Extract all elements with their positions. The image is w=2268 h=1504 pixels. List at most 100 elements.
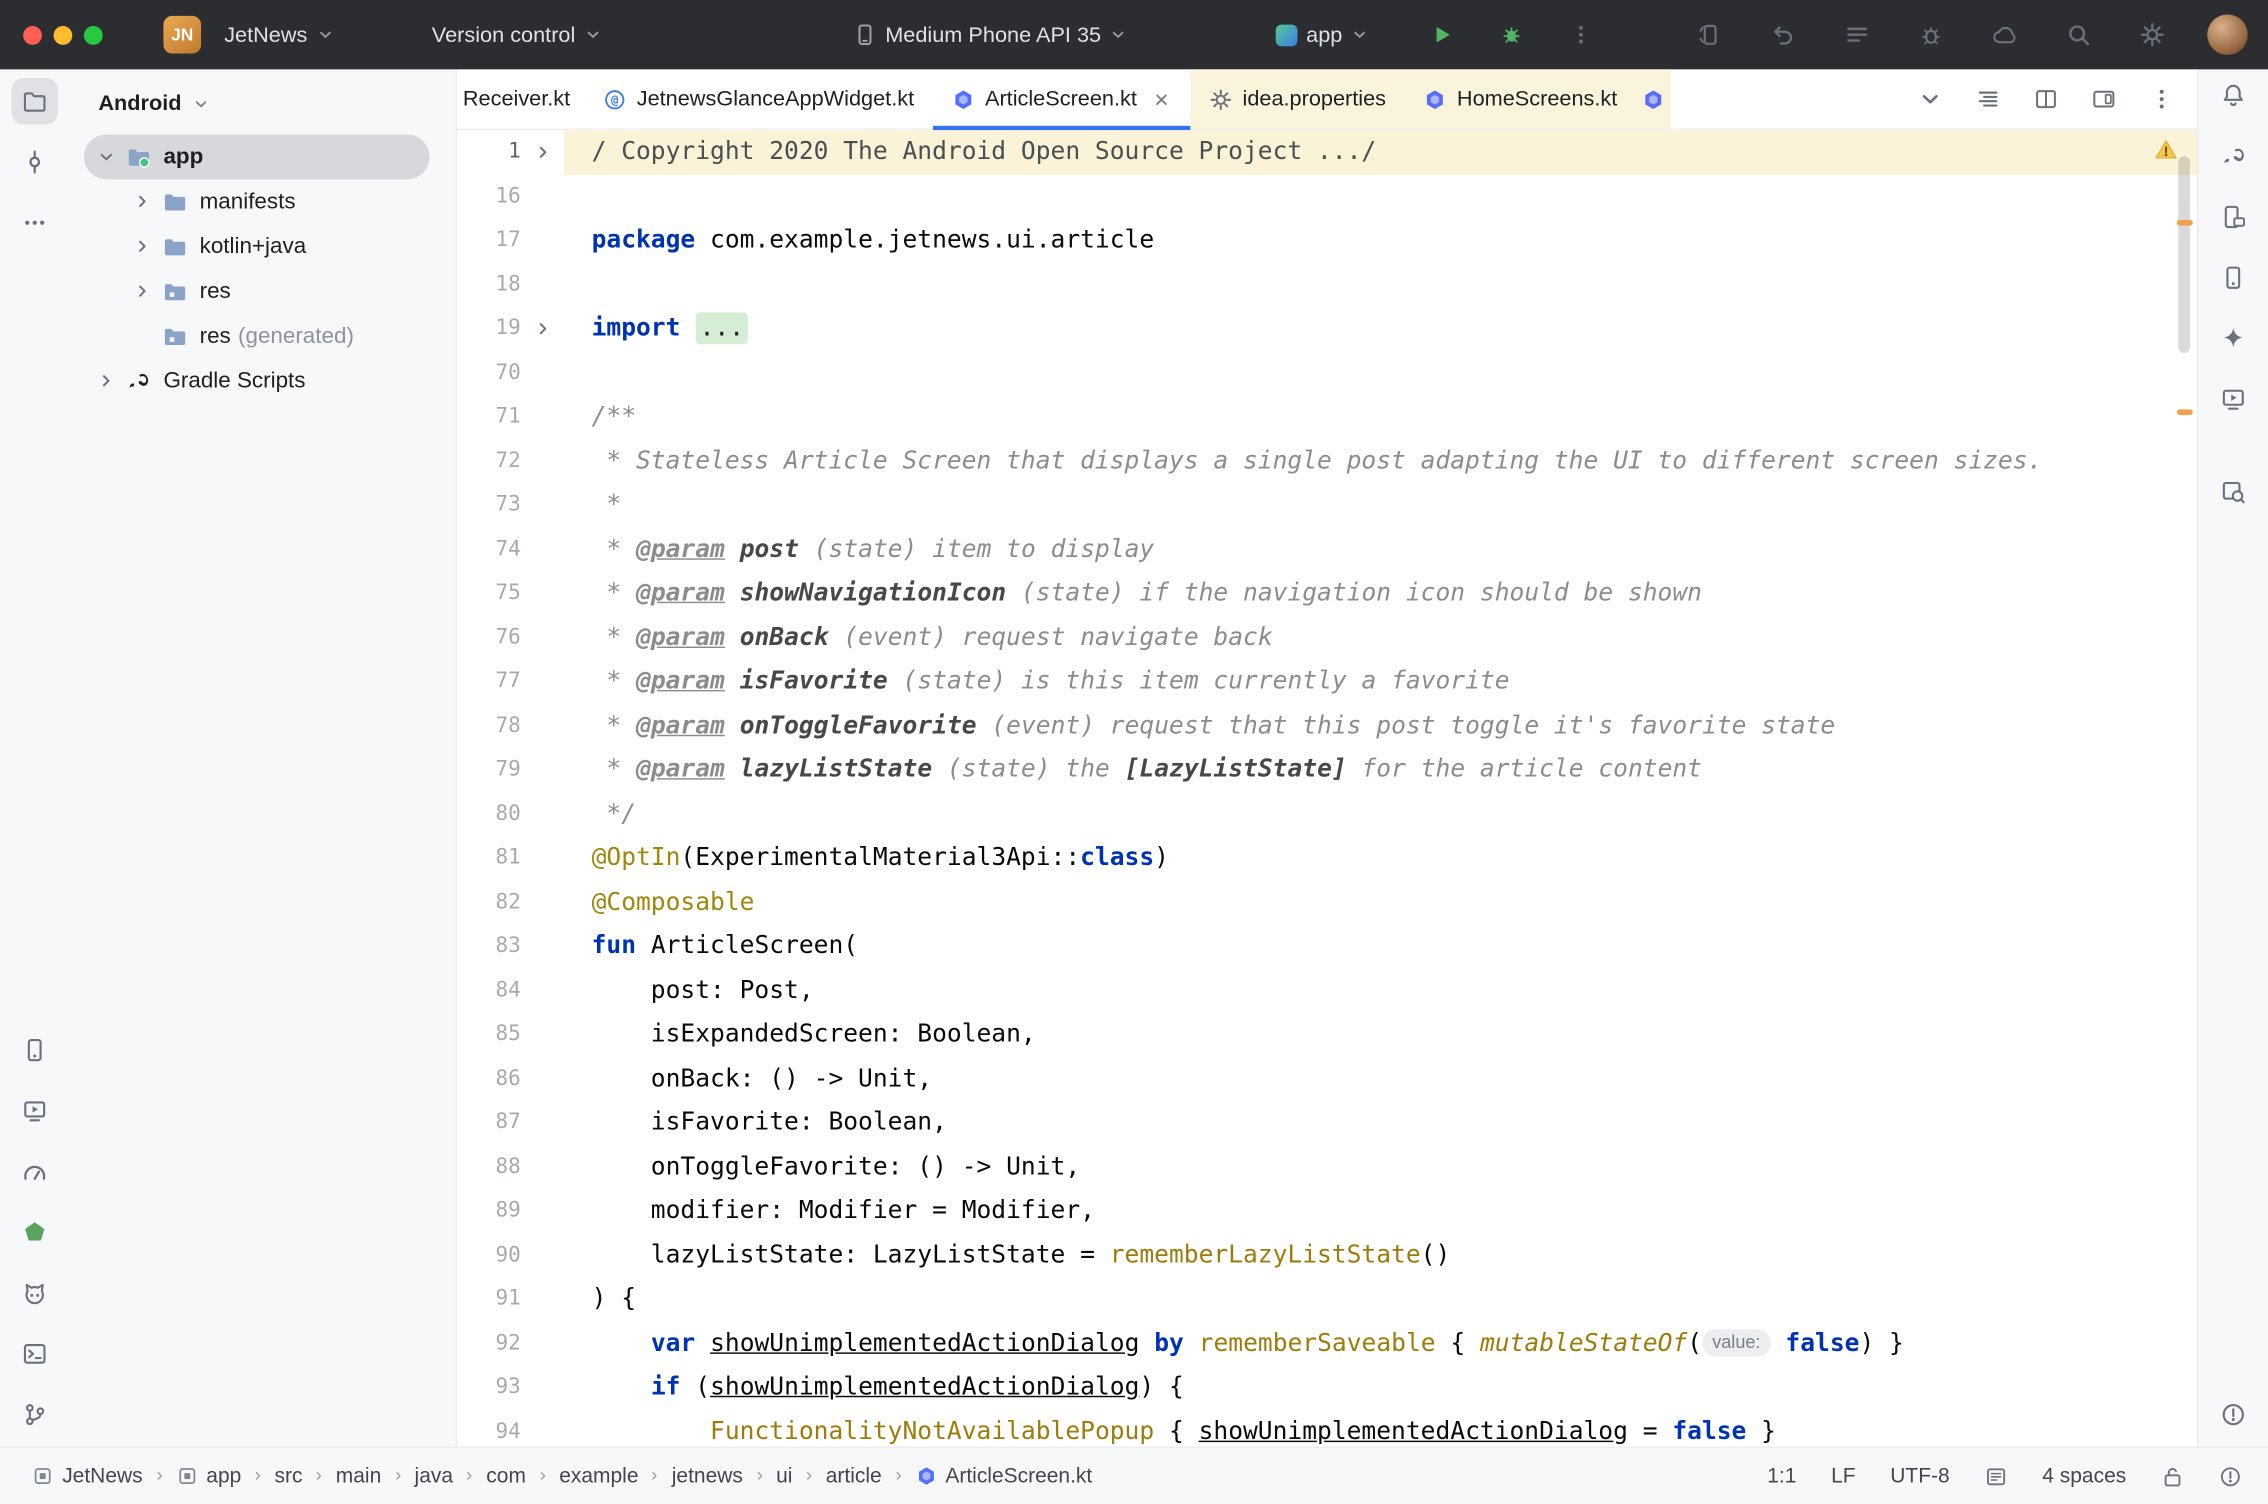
device-explorer-tool-button[interactable] <box>2210 194 2256 240</box>
breadcrumb-item-java[interactable]: java <box>415 1465 453 1488</box>
breadcrumb-item-example[interactable]: example <box>559 1465 638 1488</box>
scrollbar-thumb[interactable] <box>2178 156 2190 353</box>
chevron-right-icon[interactable] <box>90 372 122 391</box>
cloud-button[interactable] <box>1986 16 2024 54</box>
tree-item-res[interactable]: res <box>84 269 430 314</box>
version-control-tool-button[interactable] <box>12 1391 58 1437</box>
breadcrumb-item-com[interactable]: com <box>486 1465 526 1488</box>
problems-tool-button[interactable] <box>2210 1391 2256 1437</box>
device-streaming-button[interactable] <box>1691 16 1729 54</box>
file-encoding[interactable]: UTF-8 <box>1890 1465 1949 1488</box>
logcat-tool-button[interactable] <box>12 1270 58 1316</box>
tree-item-gradle-scripts[interactable]: Gradle Scripts <box>84 359 430 404</box>
tree-item-app[interactable]: app <box>84 135 430 180</box>
tab-homescreens-kt[interactable]: HomeScreens.kt <box>1405 69 1636 128</box>
code-line: 90 lazyListState: LazyListState = rememb… <box>457 1233 2197 1277</box>
code-view-icon[interactable] <box>1976 87 2001 112</box>
fold-indicator-icon[interactable] <box>521 130 564 174</box>
project-menu[interactable]: JetNews <box>210 15 348 54</box>
chevron-right-icon <box>96 372 115 391</box>
tab-idea-properties[interactable]: idea.properties <box>1190 69 1404 128</box>
caret-position[interactable]: 1:1 <box>1767 1465 1796 1488</box>
reader-mode-icon[interactable] <box>1984 1465 2007 1488</box>
tree-item-label: res <box>200 278 231 304</box>
restore-button[interactable] <box>1765 16 1803 54</box>
running-devices-tool-button[interactable] <box>12 1088 58 1134</box>
chevron-down-icon[interactable] <box>90 148 122 167</box>
code-line: 80 */ <box>457 792 2197 836</box>
run-config-selector[interactable]: app <box>1261 15 1383 54</box>
commit-tool-button[interactable] <box>12 139 58 185</box>
breadcrumb-item-app[interactable]: app <box>176 1465 241 1488</box>
window-maximize-button[interactable] <box>84 25 103 44</box>
chevron-right-icon[interactable] <box>126 282 158 301</box>
gradle-tool-button[interactable] <box>2210 133 2256 179</box>
vcs-menu[interactable]: Version control <box>417 15 615 54</box>
inspections-widget[interactable] <box>2154 137 2179 162</box>
code-line: 18 <box>457 263 2197 307</box>
more-actions-button[interactable] <box>1562 16 1600 54</box>
status-problems-icon[interactable] <box>2219 1465 2242 1488</box>
device-manager-tool-button[interactable] <box>2210 255 2256 301</box>
left-tool-stripe <box>0 69 69 1446</box>
tab-articlescreen-kt[interactable]: ArticleScreen.kt <box>933 69 1191 128</box>
breadcrumb-item-articlescreen-kt[interactable]: ArticleScreen.kt <box>915 1465 1092 1488</box>
instrumented-test-icon <box>1918 22 1944 48</box>
line-separator[interactable]: LF <box>1831 1465 1855 1488</box>
split-editor-icon[interactable] <box>2034 87 2059 112</box>
profiler-tool-button[interactable] <box>12 1148 58 1194</box>
app-quality-insights-tool-button[interactable] <box>12 1209 58 1255</box>
device-selector[interactable]: Medium Phone API 35 <box>839 15 1142 54</box>
ui-preview-icon[interactable] <box>2092 87 2117 112</box>
tab-overflow[interactable] <box>1636 69 1671 128</box>
unlock-icon[interactable] <box>2161 1465 2184 1488</box>
build-menu-button[interactable] <box>1838 16 1876 54</box>
tab-jetnewsglanceappwidget-kt[interactable]: @JetnewsGlanceAppWidget.kt <box>585 69 933 128</box>
code-text: * @param isFavorite (state) is this item… <box>564 660 2197 704</box>
debug-button[interactable] <box>1493 16 1531 54</box>
running-devices-tool-button[interactable] <box>2210 376 2256 422</box>
chevron-right-icon[interactable] <box>126 237 158 256</box>
run-button[interactable] <box>1423 16 1461 54</box>
window-close-button[interactable] <box>23 25 42 44</box>
close-tab-icon[interactable] <box>1151 89 1171 109</box>
terminal-tool-button[interactable] <box>12 1331 58 1377</box>
tab-receiver-kt[interactable]: Receiver.kt <box>457 69 585 128</box>
fold-gutter <box>521 924 564 968</box>
search-button[interactable] <box>2060 16 2098 54</box>
device-manager-tool-button[interactable] <box>12 1027 58 1073</box>
breadcrumb-item-article[interactable]: article <box>826 1465 882 1488</box>
chevron-right-icon[interactable] <box>126 192 158 211</box>
fold-indicator-icon[interactable] <box>521 307 564 351</box>
layout-inspector-tool-button[interactable] <box>2210 469 2256 515</box>
gemini-tool-button[interactable] <box>2210 315 2256 361</box>
hidden-tabs-icon[interactable] <box>1918 87 1943 112</box>
breadcrumb-item-src[interactable]: src <box>275 1465 303 1488</box>
editor-region: Receiver.kt@JetnewsGlanceAppWidget.ktArt… <box>456 69 2199 1446</box>
breadcrumb-item-ui[interactable]: ui <box>776 1465 792 1488</box>
tree-item-manifests[interactable]: manifests <box>84 179 430 224</box>
settings-icon <box>2139 22 2165 48</box>
code-line: 92 var showUnimplementedActionDialog by … <box>457 1321 2197 1365</box>
layout-inspector-icon <box>2220 479 2246 505</box>
user-avatar[interactable] <box>2207 14 2248 55</box>
more-tool-windows-tool-button[interactable] <box>12 200 58 246</box>
code-editor[interactable]: 1/ Copyright 2020 The Android Open Sourc… <box>457 130 2197 1446</box>
notifications-tool-button[interactable] <box>2210 72 2256 118</box>
editor-more-icon[interactable] <box>2149 87 2174 112</box>
cloud-icon <box>1992 22 2018 48</box>
indent-setting[interactable]: 4 spaces <box>2042 1465 2126 1488</box>
breadcrumb-item-main[interactable]: main <box>336 1465 381 1488</box>
tree-item-kotlin-java[interactable]: kotlin+java <box>84 224 430 269</box>
instrumented-test-button[interactable] <box>1912 16 1950 54</box>
project-view-selector[interactable]: Android <box>69 69 455 127</box>
settings-button[interactable] <box>2133 16 2171 54</box>
code-text: @OptIn(ExperimentalMaterial3Api::class) <box>564 836 2197 880</box>
breadcrumb-item-jetnews[interactable]: JetNews <box>32 1465 143 1488</box>
breadcrumb-item-jetnews[interactable]: jetnews <box>672 1465 743 1488</box>
tree-item-res-generated[interactable]: res(generated) <box>84 314 430 359</box>
project-icon <box>22 88 48 114</box>
line-number: 82 <box>457 880 521 924</box>
project-tool-button[interactable] <box>12 78 58 124</box>
window-minimize-button[interactable] <box>54 25 73 44</box>
